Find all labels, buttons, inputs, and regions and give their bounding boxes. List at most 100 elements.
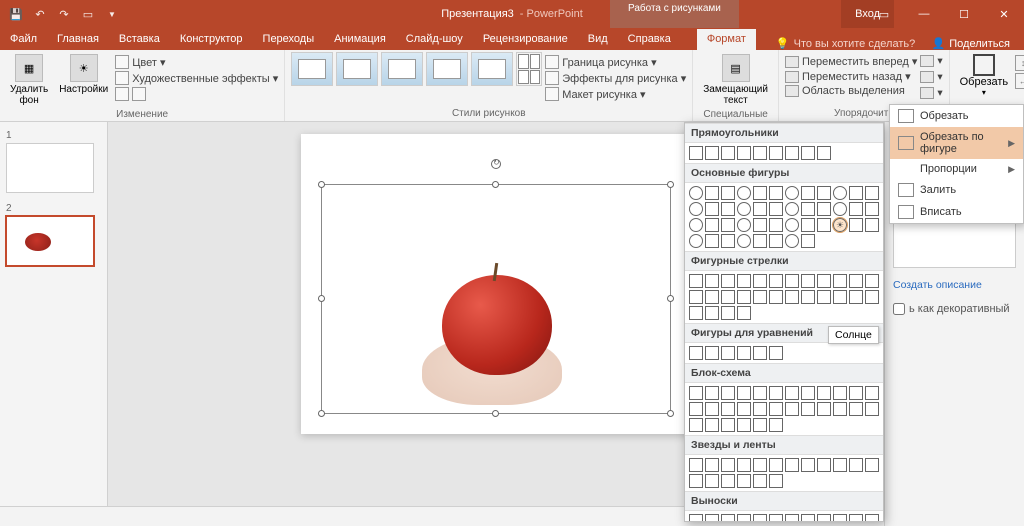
shape-option[interactable] [721,474,735,488]
shape-option[interactable] [753,218,767,232]
shape-option[interactable] [753,458,767,472]
shape-option[interactable] [849,290,863,304]
style-thumb[interactable] [336,52,378,86]
redo-icon[interactable]: ↷ [54,4,74,24]
shape-option[interactable] [705,186,719,200]
shape-option[interactable] [705,402,719,416]
shape-option[interactable] [769,234,783,248]
shape-option[interactable] [849,402,863,416]
shape-option[interactable] [705,306,719,320]
style-thumb[interactable] [381,52,423,86]
slide-thumb-2[interactable] [6,216,94,266]
shape-option[interactable] [801,386,815,400]
shape-option[interactable] [721,202,735,216]
shape-option[interactable] [785,514,799,522]
artistic-effects-button[interactable]: Художественные эффекты ▾ [115,70,278,86]
shape-option[interactable] [785,234,799,248]
shape-option[interactable] [753,346,767,360]
shape-option[interactable] [753,418,767,432]
resize-handle[interactable] [492,410,499,417]
shape-option[interactable] [865,386,879,400]
tab-file[interactable]: Файл [0,29,47,50]
shape-option[interactable] [721,346,735,360]
shape-option[interactable] [817,458,831,472]
shape-option[interactable] [721,274,735,288]
resize-handle[interactable] [318,410,325,417]
shape-option[interactable] [689,202,703,216]
shape-option[interactable] [705,418,719,432]
shape-option[interactable] [705,514,719,522]
shape-option[interactable] [737,202,751,216]
shape-option[interactable] [705,346,719,360]
shape-option[interactable] [753,290,767,304]
shape-option[interactable] [817,202,831,216]
shape-option[interactable] [865,458,879,472]
shape-option[interactable] [865,514,879,522]
crop-menu-fill[interactable]: Залить [890,179,1023,201]
shape-option[interactable] [737,474,751,488]
shape-option[interactable] [769,274,783,288]
shape-option[interactable] [721,290,735,304]
shape-option[interactable] [785,290,799,304]
shape-option[interactable] [753,146,767,160]
shape-option[interactable] [801,514,815,522]
shape-option[interactable] [785,146,799,160]
shape-option[interactable] [737,146,751,160]
shape-option[interactable] [689,274,703,288]
align-button[interactable]: ▾ [920,54,942,68]
shape-option[interactable] [801,202,815,216]
shape-option[interactable] [689,514,703,522]
shape-option[interactable] [817,146,831,160]
remove-background-button[interactable]: ▦ Удалить фон [6,52,52,108]
crop-menu-aspect[interactable]: Пропорции▶ [890,159,1023,179]
shape-option[interactable] [849,458,863,472]
shape-option[interactable] [817,218,831,232]
shape-option[interactable] [721,418,735,432]
start-show-icon[interactable]: ▭ [78,4,98,24]
shape-option[interactable] [865,218,879,232]
crop-menu-crop-to-shape[interactable]: Обрезать по фигуре▶ [890,127,1023,159]
shape-option[interactable] [705,274,719,288]
selection-pane-button[interactable]: Область выделения [785,84,917,98]
slide-thumb-1[interactable] [6,143,94,193]
shape-option[interactable] [753,402,767,416]
shape-option[interactable] [769,386,783,400]
shape-option[interactable] [769,146,783,160]
shape-option[interactable] [705,458,719,472]
tab-design[interactable]: Конструктор [170,29,253,50]
style-thumb[interactable] [291,52,333,86]
shape-option[interactable] [705,290,719,304]
qat-dropdown-icon[interactable]: ▼ [102,4,122,24]
shape-option[interactable] [737,458,751,472]
shape-option[interactable] [689,234,703,248]
close-icon[interactable]: ✕ [984,0,1024,28]
shape-option[interactable] [865,402,879,416]
shape-option[interactable] [833,386,847,400]
shape-option[interactable] [705,202,719,216]
shape-option[interactable] [801,186,815,200]
shape-option[interactable] [721,402,735,416]
shape-option[interactable] [769,402,783,416]
picture-styles-gallery[interactable] [291,52,513,86]
shape-option[interactable] [833,186,847,200]
selected-picture[interactable] [321,184,671,414]
shape-option[interactable] [689,346,703,360]
share-button[interactable]: 👤Поделиться [918,37,1024,50]
style-thumb[interactable] [471,52,513,86]
tab-insert[interactable]: Вставка [109,29,170,50]
maximize-icon[interactable]: ☐ [944,0,984,28]
width-spinner[interactable]: ↔ 17,36 см▲▼ [1015,73,1024,89]
shape-option[interactable] [689,418,703,432]
crop-button[interactable]: Обрезать ▾ [956,52,1013,99]
shape-option[interactable] [785,386,799,400]
shape-option[interactable] [721,218,735,232]
shape-option[interactable] [817,186,831,200]
shape-option[interactable] [769,418,783,432]
shape-option[interactable] [849,186,863,200]
shape-option[interactable] [769,202,783,216]
shape-option[interactable] [865,202,879,216]
send-backward-button[interactable]: Переместить назад ▾ [785,69,917,84]
shape-option[interactable] [849,202,863,216]
resize-handle[interactable] [667,410,674,417]
shape-option[interactable] [801,234,815,248]
